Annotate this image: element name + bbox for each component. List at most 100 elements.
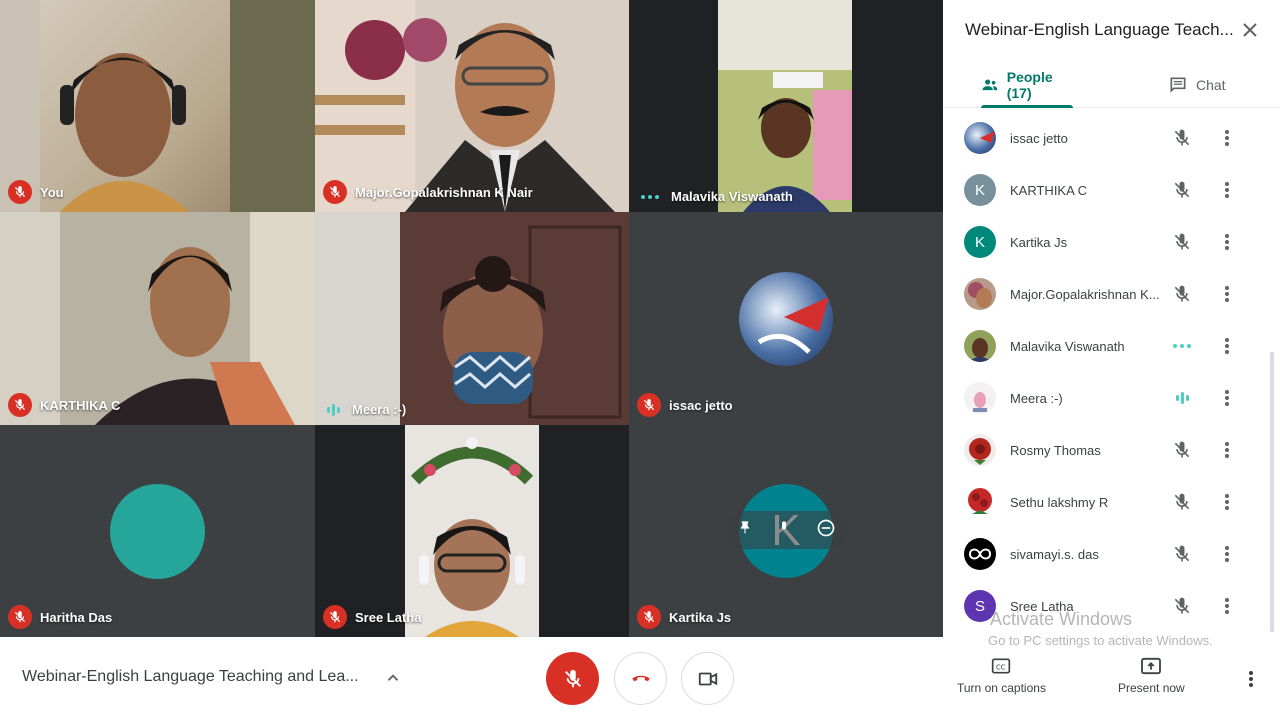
list-item[interactable]: K Kartika Js (943, 216, 1280, 268)
people-icon (982, 79, 998, 91)
participant-name: Meera :-) (1010, 390, 1063, 406)
more-options-icon[interactable] (1243, 668, 1259, 690)
mic-off-icon (8, 393, 32, 417)
remove-participant-icon[interactable] (816, 518, 836, 543)
list-item[interactable]: sivamayi.s. das (943, 528, 1280, 580)
present-label: Present now (1118, 681, 1185, 695)
mic-off-icon (1171, 439, 1193, 461)
pin-icon[interactable] (737, 519, 753, 542)
meeting-title[interactable]: Webinar-English Language Teaching and Le… (22, 668, 374, 686)
video-tile-karthika-c[interactable]: KARTHIKA C (0, 212, 315, 425)
more-options-icon[interactable] (1219, 335, 1235, 357)
mic-off-icon (637, 393, 661, 417)
tile-label: Malavika Viswanath (637, 189, 793, 204)
speaking-indicator-icon (637, 194, 663, 199)
chevron-up-icon[interactable] (384, 669, 402, 687)
tile-name: You (40, 184, 64, 200)
hang-up-icon (631, 675, 650, 681)
video-tile-haritha-das[interactable]: Haritha Das (0, 425, 315, 637)
participant-name: KARTHIKA C (1010, 182, 1088, 198)
bottom-bar: Webinar-English Language Teaching and Le… (0, 637, 1280, 719)
list-item[interactable]: K KARTHIKA C (943, 164, 1280, 216)
participant-avatar (964, 434, 996, 466)
participant-avatar (964, 538, 996, 570)
captions-button[interactable]: CC Turn on captions (957, 657, 1046, 695)
more-options-icon[interactable] (1219, 543, 1235, 565)
closed-captions-icon: CC (992, 658, 1011, 674)
panel-scrollbar[interactable] (1270, 352, 1274, 632)
participant-avatar (739, 272, 833, 366)
tile-label: You (8, 180, 64, 204)
close-icon[interactable] (1238, 18, 1262, 42)
avatar-letter: K (974, 233, 985, 251)
more-options-icon[interactable] (1219, 595, 1235, 617)
tile-label: KARTHIKA C (8, 393, 120, 417)
video-grid: You Major.Gopalakrishnan K Nair Malavika… (0, 0, 943, 637)
list-item[interactable]: Sethu lakshmy R (943, 476, 1280, 528)
svg-text:CC: CC (996, 663, 1006, 671)
participant-video (405, 425, 539, 637)
chat-icon (1170, 77, 1186, 93)
tile-label: Major.Gopalakrishnan K Nair (323, 180, 533, 204)
video-tile-you[interactable]: You (0, 0, 315, 212)
more-options-icon[interactable] (1219, 179, 1235, 201)
mic-off-icon (1171, 231, 1193, 253)
tile-name: issac jetto (669, 397, 733, 413)
participant-name: Major.Gopalakrishnan K... (1010, 286, 1160, 302)
mic-off-icon (8, 605, 32, 629)
tile-name: Major.Gopalakrishnan K Nair (355, 184, 533, 200)
more-options-icon[interactable] (1219, 439, 1235, 461)
mute-participant-icon[interactable] (776, 519, 792, 542)
avatar-letter: S (974, 597, 985, 615)
list-item[interactable]: Malavika Viswanath (943, 320, 1280, 372)
list-item[interactable]: Major.Gopalakrishnan K... (943, 268, 1280, 320)
more-options-icon[interactable] (1219, 231, 1235, 253)
video-tile-meera[interactable]: Meera :-) (315, 212, 629, 425)
video-tile-major-gopalakrishnan[interactable]: Major.Gopalakrishnan K Nair (315, 0, 629, 212)
more-options-icon[interactable] (1219, 127, 1235, 149)
video-tile-malavika[interactable]: Malavika Viswanath (629, 0, 943, 212)
video-tile-sree-latha[interactable]: Sree Latha (315, 425, 629, 637)
participant-avatar: K (964, 174, 996, 206)
tile-label: Meera :-) (323, 402, 406, 417)
mic-off-icon (564, 669, 581, 687)
mic-off-icon (1171, 491, 1193, 513)
camera-toggle-button[interactable] (681, 652, 734, 705)
participant-name: Sethu lakshmy R (1010, 494, 1109, 510)
mic-toggle-button[interactable] (546, 652, 599, 705)
mic-off-icon (8, 180, 32, 204)
tile-name: KARTHIKA C (40, 397, 121, 413)
present-now-button[interactable]: Present now (1118, 657, 1185, 695)
list-item[interactable]: Meera :-) (943, 372, 1280, 424)
video-tile-issac-jetto[interactable]: issac jetto (629, 212, 943, 425)
more-options-icon[interactable] (1219, 283, 1235, 305)
list-item[interactable]: issac jetto (943, 112, 1280, 164)
leave-call-button[interactable] (614, 652, 667, 705)
participant-name: Kartika Js (1010, 234, 1068, 250)
speaking-indicator-icon (1171, 335, 1193, 357)
tab-people[interactable]: People (17) (981, 62, 1073, 108)
participant-video (315, 212, 629, 425)
video-camera-icon (698, 672, 717, 685)
speaking-indicator-icon (1171, 387, 1193, 409)
tab-people-label: People (17) (1006, 69, 1053, 101)
tile-label: Kartika Js (637, 605, 731, 629)
participant-video (718, 0, 852, 212)
mic-off-icon (1171, 595, 1193, 617)
tile-label: issac jetto (637, 393, 733, 417)
avatar-letter: K (974, 181, 985, 199)
mic-off-icon (323, 180, 347, 204)
participant-name: Malavika Viswanath (1010, 338, 1125, 354)
mic-off-icon (637, 605, 661, 629)
tile-label: Sree Latha (323, 605, 421, 629)
more-options-icon[interactable] (1219, 491, 1235, 513)
more-options-icon[interactable] (1219, 387, 1235, 409)
list-item[interactable]: Rosmy Thomas (943, 424, 1280, 476)
participant-avatar (964, 330, 996, 362)
tab-chat-label: Chat (1196, 77, 1226, 93)
participant-name: Rosmy Thomas (1010, 442, 1101, 458)
mic-off-icon (323, 605, 347, 629)
tile-name: Malavika Viswanath (671, 189, 793, 204)
tab-chat[interactable]: Chat (1168, 62, 1228, 108)
mic-off-icon (1171, 283, 1193, 305)
